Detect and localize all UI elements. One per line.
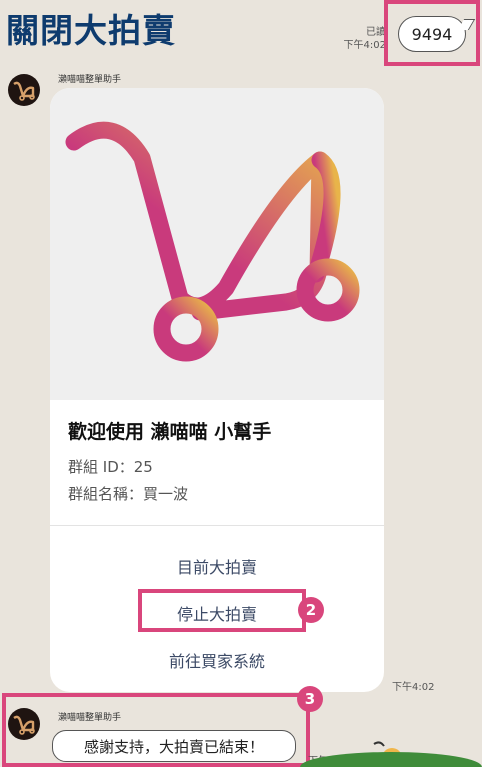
- highlight-box-outgoing: [384, 0, 480, 66]
- outgoing-time: 下午4:02: [343, 40, 386, 51]
- bot-avatar-reply[interactable]: [8, 708, 40, 740]
- card-hero: [50, 88, 384, 400]
- reply-sender-name: 瀨喵喵整單助手: [58, 713, 122, 723]
- card-time: 下午4:02: [392, 682, 435, 693]
- bot-avatar[interactable]: [8, 74, 40, 106]
- card-title: 歡迎使用 瀨喵喵 小幫手: [68, 421, 272, 443]
- current-auction-link[interactable]: 目前大拍賣: [50, 554, 384, 578]
- highlight-box-stop-auction: [138, 589, 306, 632]
- step-badge-2: 2: [298, 597, 324, 623]
- bot-sender-name: 瀨喵喵整單助手: [58, 75, 122, 85]
- group-name: 群組名稱：買一波: [68, 485, 189, 503]
- group-id: 群組 ID：25: [68, 458, 153, 476]
- buyer-system-link[interactable]: 前往買家系統: [50, 648, 384, 672]
- reply-message-bubble[interactable]: 感謝支持，大拍賣已結束！: [52, 730, 296, 762]
- cart-logo-icon: [65, 121, 360, 362]
- card-divider: [50, 525, 384, 526]
- step-badge-3: 3: [297, 686, 323, 712]
- page-title: 關閉大拍賣: [6, 11, 176, 50]
- cart-logo-icon: [13, 81, 35, 101]
- cart-logo-icon: [13, 715, 35, 735]
- read-status: 已讀: [366, 27, 386, 38]
- read-receipt: 已讀 下午4:02: [336, 26, 386, 52]
